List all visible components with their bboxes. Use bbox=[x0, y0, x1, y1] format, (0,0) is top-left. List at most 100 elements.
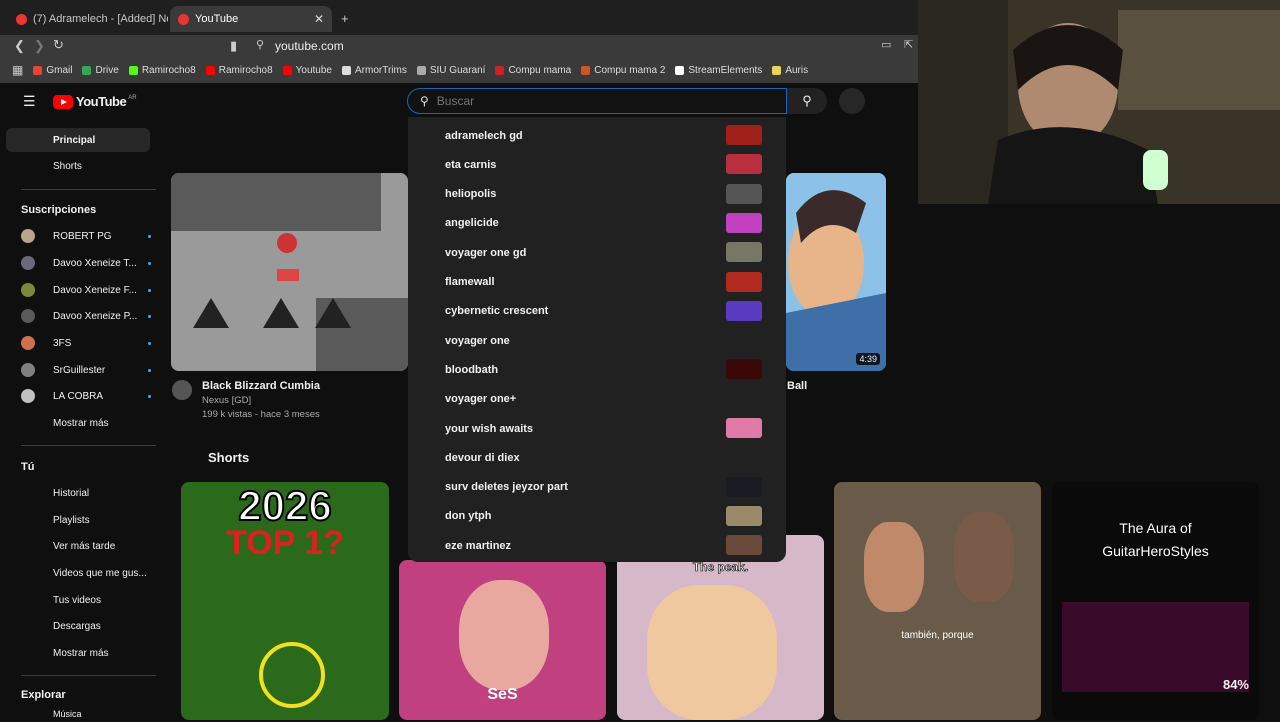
bookmark-favicon-icon bbox=[675, 65, 685, 75]
suggestion-thumbnail bbox=[726, 418, 762, 438]
new-content-dot bbox=[148, 234, 151, 238]
subscriptions-heading: Suscripciones bbox=[21, 204, 97, 216]
youtube-logo[interactable]: YouTube AR bbox=[53, 94, 137, 109]
search-suggestion[interactable]: bloodbath bbox=[408, 355, 786, 384]
bookmarks-bar: ▦ Gmail Drive Ramirocho8 Ramirocho8 Youtube A… bbox=[0, 57, 918, 83]
show-more-label: Mostrar más bbox=[53, 417, 109, 429]
sidebar-sub-davoo-f[interactable]: Davoo Xeneize F... bbox=[21, 278, 151, 302]
suggestion-thumbnail bbox=[726, 212, 762, 233]
avatar bbox=[21, 336, 35, 350]
search-button[interactable]: ⚲ bbox=[787, 88, 827, 114]
short-thumbnail-1[interactable]: 2026 TOP 1? bbox=[181, 482, 389, 720]
cast-icon[interactable]: ▭ bbox=[881, 38, 891, 51]
bookmark-item[interactable]: Youtube bbox=[282, 65, 332, 76]
bookmark-icon[interactable]: ▮ bbox=[230, 38, 237, 54]
sidebar-item-label: Playlists bbox=[53, 514, 90, 526]
voice-search-button[interactable] bbox=[839, 88, 865, 114]
bookmark-item[interactable]: ArmorTrims bbox=[342, 65, 407, 76]
sidebar-sub-davoo-t[interactable]: Davoo Xeneize T... bbox=[21, 251, 151, 275]
sidebar-item-principal[interactable]: Principal bbox=[6, 128, 150, 152]
search-suggestion[interactable]: your wish awaits bbox=[408, 414, 786, 443]
video-title[interactable]: Ball bbox=[787, 380, 807, 392]
video-thumbnail[interactable] bbox=[171, 173, 408, 371]
short-thumbnail-3[interactable]: The peak. bbox=[617, 535, 824, 720]
country-code: AR bbox=[128, 94, 137, 101]
short-overlay-text: The peak. bbox=[692, 560, 749, 575]
bookmark-item[interactable]: Auris bbox=[772, 65, 808, 76]
bookmark-item[interactable]: Compu mama bbox=[495, 65, 571, 76]
channel-name[interactable]: Nexus [GD] bbox=[202, 395, 251, 406]
back-icon[interactable]: ❮ bbox=[14, 38, 25, 54]
show-more-subscriptions[interactable]: Mostrar más bbox=[6, 411, 150, 435]
suggestion-thumbnail bbox=[726, 359, 762, 380]
sidebar-sub-srguillester[interactable]: SrGuillester bbox=[21, 358, 151, 382]
sidebar-item-watch-later[interactable]: Ver más tarde bbox=[6, 534, 150, 558]
bookmark-item[interactable]: Gmail bbox=[33, 65, 72, 76]
video-title[interactable]: Black Blizzard Cumbia bbox=[202, 380, 320, 392]
video-thumbnail[interactable]: 4:39 bbox=[786, 173, 886, 371]
suggestion-text: surv deletes jeyzor part bbox=[445, 481, 568, 494]
new-content-dot bbox=[148, 394, 151, 398]
search-suggestion[interactable]: angelicide bbox=[408, 209, 786, 238]
search-suggestion[interactable]: adramelech gd bbox=[408, 121, 786, 150]
share-icon[interactable]: ⇱ bbox=[904, 38, 913, 51]
tab-title: (7) Adramelech - [Added] New Parts bbox=[33, 13, 168, 25]
browser-tab-2[interactable]: YouTube ✕ bbox=[170, 6, 332, 32]
apps-grid-icon[interactable]: ▦ bbox=[12, 63, 23, 77]
short-thumbnail-5[interactable]: The Aura of GuitarHeroStyles 84% bbox=[1052, 482, 1259, 720]
search-suggestion[interactable]: don ytph bbox=[408, 502, 786, 531]
search-suggestion[interactable]: cybernetic crescent bbox=[408, 297, 786, 326]
sidebar-sub-la-cobra[interactable]: LA COBRA bbox=[21, 384, 151, 408]
forward-icon[interactable]: ❯ bbox=[34, 38, 45, 54]
subscription-label: SrGuillester bbox=[53, 364, 106, 376]
search-suggestion[interactable]: eze martinez bbox=[408, 531, 786, 560]
bookmark-label: SIU Guaraní bbox=[429, 64, 486, 76]
search-suggestion[interactable]: devour di diex bbox=[408, 443, 786, 472]
webcam-feed bbox=[918, 0, 1280, 204]
bookmark-favicon-icon bbox=[33, 65, 43, 75]
search-icon: ⚲ bbox=[802, 93, 812, 108]
you-heading[interactable]: Tú bbox=[21, 461, 34, 473]
new-tab-icon[interactable]: + bbox=[341, 11, 349, 26]
search-suggestion[interactable]: flamewall bbox=[408, 268, 786, 297]
search-suggestion[interactable]: voyager one+ bbox=[408, 385, 786, 414]
menu-icon[interactable]: ☰ bbox=[23, 93, 36, 110]
sidebar-sub-robert-pg[interactable]: ROBERT PG bbox=[21, 224, 151, 248]
suggestion-text: eze martinez bbox=[445, 539, 512, 552]
search-suggestion[interactable]: voyager one bbox=[408, 326, 786, 355]
bookmark-item[interactable]: SIU Guaraní bbox=[416, 64, 486, 76]
sidebar-sub-davoo-p[interactable]: Davoo Xeneize P... bbox=[21, 304, 151, 328]
sidebar-item-liked[interactable]: Videos que me gus... bbox=[6, 561, 150, 585]
short-thumbnail-2[interactable]: SeS bbox=[399, 560, 606, 720]
short-thumbnail-4[interactable]: también, porque bbox=[834, 482, 1041, 720]
show-more-you[interactable]: Mostrar más bbox=[6, 641, 150, 665]
sidebar-item-downloads[interactable]: Descargas bbox=[6, 614, 150, 638]
search-suggestion[interactable]: surv deletes jeyzor part bbox=[408, 473, 786, 502]
url-field[interactable]: youtube.com bbox=[248, 37, 868, 55]
search-box[interactable]: ⚲ bbox=[407, 88, 787, 114]
search-input[interactable] bbox=[436, 94, 757, 108]
subscription-label: Davoo Xeneize T... bbox=[53, 257, 137, 269]
close-tab-icon[interactable]: ✕ bbox=[314, 12, 324, 26]
bookmark-item[interactable]: Compu mama 2 bbox=[581, 65, 665, 76]
reload-icon[interactable]: ↻ bbox=[53, 37, 64, 53]
sidebar-item-shorts[interactable]: Shorts bbox=[6, 154, 150, 178]
game-graphic bbox=[1062, 602, 1249, 692]
sidebar-item-your-videos[interactable]: Tus videos bbox=[6, 588, 150, 612]
search-suggestion[interactable]: heliopolis bbox=[408, 180, 786, 209]
bookmark-item[interactable]: Drive bbox=[82, 65, 119, 76]
sidebar-item-historial[interactable]: Historial bbox=[6, 481, 150, 505]
search-suggestion[interactable]: eta carnis bbox=[408, 150, 786, 179]
bookmark-label: Ramirocho8 bbox=[218, 64, 273, 76]
bookmark-item[interactable]: Ramirocho8 bbox=[128, 65, 196, 76]
sidebar-item-playlists[interactable]: Playlists bbox=[6, 508, 150, 532]
sidebar-item-label: Shorts bbox=[53, 160, 82, 172]
bookmark-item[interactable]: StreamElements bbox=[675, 65, 762, 76]
sidebar-sub-3fs[interactable]: 3FS bbox=[21, 331, 151, 355]
bookmark-favicon-icon bbox=[282, 65, 292, 75]
search-suggestion[interactable]: voyager one gd bbox=[408, 238, 786, 267]
channel-avatar[interactable] bbox=[172, 380, 192, 400]
suggestion-text: bloodbath bbox=[445, 363, 499, 376]
bookmark-item[interactable]: Ramirocho8 bbox=[205, 64, 273, 76]
browser-tab-1[interactable]: (7) Adramelech - [Added] New Parts bbox=[8, 6, 168, 32]
